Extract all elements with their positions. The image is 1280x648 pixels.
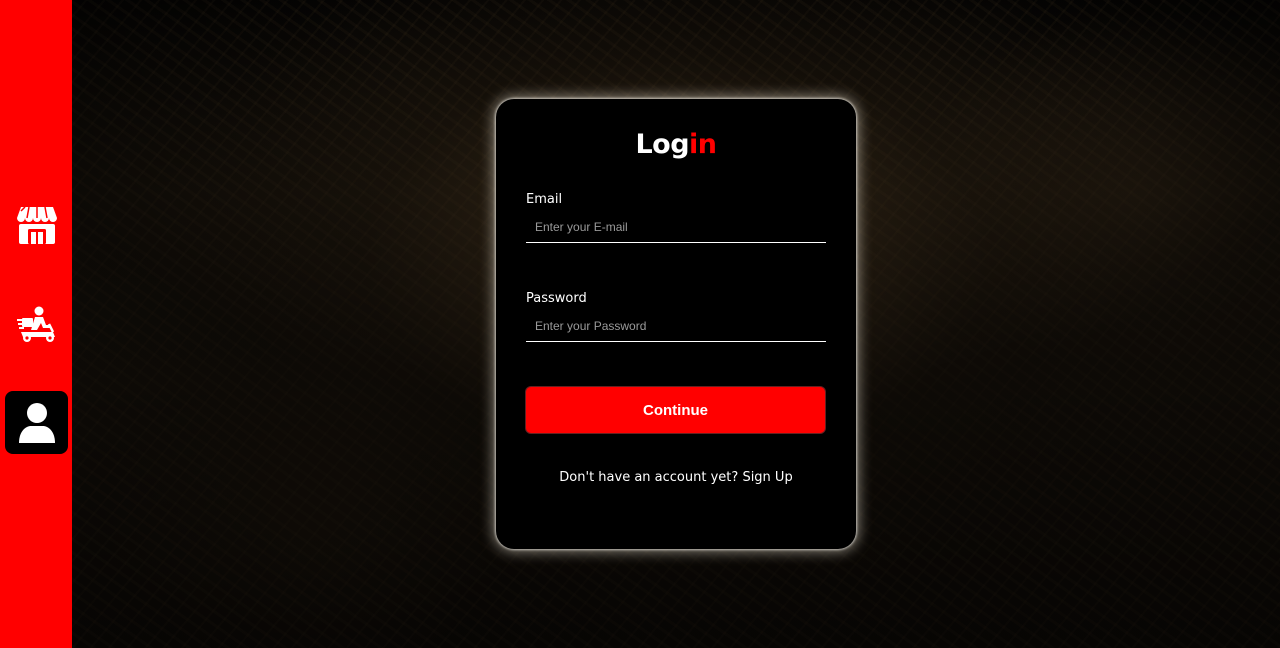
password-label: Password [526, 291, 587, 306]
login-title-accent: in [689, 129, 717, 160]
login-title: Login [496, 131, 856, 158]
login-card: Login Email Password Continue Don't have… [496, 99, 856, 549]
sidebar-item-account[interactable] [5, 391, 68, 454]
email-input[interactable] [526, 211, 826, 243]
store-icon [15, 203, 59, 247]
sidebar-item-delivery[interactable] [5, 292, 68, 355]
sidebar-item-store[interactable] [5, 193, 68, 256]
continue-button[interactable]: Continue [526, 387, 825, 433]
password-input[interactable] [526, 310, 826, 342]
email-label: Email [526, 192, 563, 207]
delivery-scooter-icon [15, 302, 59, 346]
signup-prompt-text: Don't have an account yet? [559, 470, 739, 485]
user-icon [17, 401, 57, 445]
login-title-main: Log [635, 129, 690, 160]
signup-prompt-row: Don't have an account yet? Sign Up [496, 470, 856, 485]
signup-link[interactable]: Sign Up [742, 470, 792, 485]
sidebar [0, 0, 72, 648]
